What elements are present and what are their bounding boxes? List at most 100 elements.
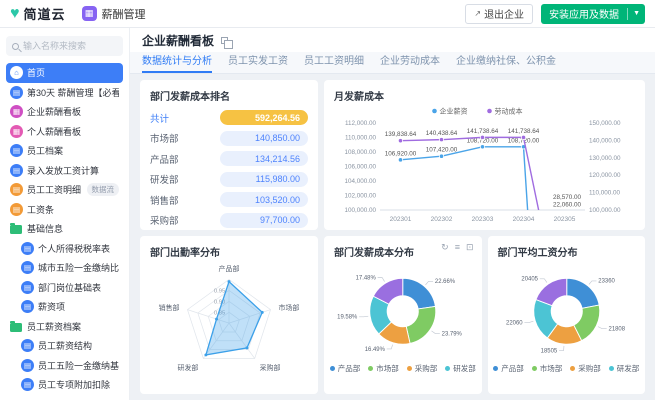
app-chip[interactable]: ▦ 薪酬管理 — [82, 6, 146, 22]
tab-员工实发工资[interactable]: 员工实发工资 — [228, 52, 288, 73]
legend-dot — [368, 366, 373, 371]
legend-item[interactable]: 采购部 — [570, 363, 601, 374]
folder-icon — [10, 225, 22, 234]
tab-企业劳动成本[interactable]: 企业劳动成本 — [380, 52, 440, 73]
sidebar-item-label: 员工工资明细 — [27, 183, 83, 196]
radar-chart: 产品部市场部采购部研发部销售部0.950.900.85 — [150, 259, 308, 380]
pie-legend: 产品部市场部采购部研发部 — [498, 363, 636, 374]
data-point — [480, 135, 484, 139]
sidebar-search[interactable] — [6, 36, 123, 56]
svg-text:112,000.00: 112,000.00 — [345, 120, 377, 127]
dashboard-tabs: 数据统计与分析员工实发工资员工工资明细企业劳动成本企业缴纳社保、公积金 — [130, 52, 655, 74]
donut-chart: 22.66%23.79%16.49%19.58%17.48% — [334, 259, 472, 362]
sidebar-item[interactable]: ▦个人薪酬看板 — [6, 122, 123, 142]
doc-icon: ▤ — [21, 281, 34, 294]
sidebar-item[interactable]: ▤工资条 — [6, 200, 123, 220]
sidebar-item-label: 首页 — [27, 66, 119, 79]
sidebar-item-label: 个人所得税税率表 — [38, 242, 119, 255]
data-point — [439, 154, 443, 158]
legend-item[interactable]: 产品部 — [493, 363, 524, 374]
data-point — [215, 318, 218, 321]
panel-title: 部门平均工资分布 — [498, 244, 636, 259]
exit-icon: ↗ — [474, 9, 481, 18]
sidebar-item-label: 薪资项 — [38, 300, 119, 313]
legend-dot — [445, 366, 450, 371]
pie-slice-产品部 — [403, 278, 436, 309]
svg-text:202301: 202301 — [390, 216, 412, 223]
legend-item[interactable]: 市场部 — [532, 363, 563, 374]
sidebar-item[interactable]: ▤ 个人所得税税率表 — [6, 239, 123, 259]
radar-axis-label: 产品部 — [219, 264, 240, 273]
exit-enterprise-button[interactable]: ↗ 退出企业 — [465, 4, 533, 24]
sidebar-item-label: 员工薪资结构 — [38, 339, 119, 352]
table-row: 研发部115,980.00 — [150, 171, 308, 188]
dashboard-content: 部门发薪成本排名 共计592,264.56市场部140,850.00产品部134… — [130, 74, 655, 400]
svg-text:107,420.00: 107,420.00 — [426, 147, 458, 154]
sidebar-item[interactable]: ▤员工工资明细数据流 — [6, 180, 123, 200]
pie-slice-销售部 — [535, 278, 566, 305]
sidebar-item[interactable]: 基础信息 — [6, 219, 123, 239]
svg-text:106,920.00: 106,920.00 — [385, 150, 417, 157]
sidebar-item[interactable]: ▤部门岗位基础表 — [6, 278, 123, 298]
doc-icon: ▤ — [10, 144, 23, 157]
search-input[interactable] — [23, 41, 115, 51]
sidebar-item[interactable]: ▤城市五险一金缴纳比例 — [6, 258, 123, 278]
app-icon: ▦ — [82, 6, 97, 21]
legend-item[interactable]: 市场部 — [368, 363, 399, 374]
sidebar-item[interactable]: ▦企业薪酬看板 — [6, 102, 123, 122]
legend-item[interactable]: 研发部 — [445, 363, 476, 374]
fullscreen-icon[interactable]: ⊡ — [466, 243, 474, 252]
tab-员工工资明细[interactable]: 员工工资明细 — [304, 52, 364, 73]
legend-item[interactable]: 研发部 — [609, 363, 640, 374]
sidebar-item[interactable]: ▤员工档案 — [6, 141, 123, 161]
svg-text:110,000.00: 110,000.00 — [589, 190, 621, 197]
svg-text:130,000.00: 130,000.00 — [589, 155, 621, 162]
svg-text:104,000.00: 104,000.00 — [344, 178, 376, 185]
sidebar: ⌂首页▤第30天 薪酬管理【必看说明】▦企业薪酬看板▦个人薪酬看板▤员工档案▤录… — [0, 28, 130, 400]
radar-axis-label: 销售部 — [159, 303, 180, 312]
sidebar-item[interactable]: 员工薪资档案 — [6, 317, 123, 337]
sidebar-item[interactable]: ▤录入发放工资计算 — [6, 161, 123, 181]
slice-label: 18505 — [540, 348, 557, 354]
sidebar-item[interactable]: ▤ 员工薪资结构 — [6, 336, 123, 356]
list-icon[interactable]: ≡ — [455, 243, 460, 252]
legend-dot — [487, 109, 492, 114]
sidebar-item[interactable]: ▤员工专项附加扣除 — [6, 375, 123, 395]
doc-icon: ▤ — [21, 242, 34, 255]
sidebar-item[interactable]: ▤薪资项 — [6, 297, 123, 317]
svg-text:141,738.64: 141,738.64 — [508, 128, 540, 135]
legend-label: 市场部 — [376, 363, 399, 374]
svg-text:0.95: 0.95 — [214, 289, 225, 295]
data-point — [228, 280, 231, 283]
legend-item[interactable]: 产品部 — [330, 363, 361, 374]
share-icon[interactable] — [221, 37, 228, 44]
dashboard-icon: ▦ — [10, 125, 23, 138]
data-point — [521, 135, 525, 139]
sidebar-item[interactable]: ▤员工五险一金缴纳基数 — [6, 356, 123, 376]
install-app-label: 安装应用及数据 — [541, 6, 627, 21]
doc-icon: ▤ — [21, 339, 34, 352]
sidebar-item[interactable]: ▤第30天 薪酬管理【必看说明】 — [6, 83, 123, 103]
install-app-button[interactable]: 安装应用及数据 ▼ — [541, 4, 645, 24]
svg-text:140,000.00: 140,000.00 — [589, 137, 621, 144]
svg-text:108,000.00: 108,000.00 — [344, 149, 376, 156]
svg-text:150,000.00: 150,000.00 — [589, 120, 621, 127]
refresh-icon[interactable]: ↻ — [441, 243, 449, 252]
row-label: 销售部 — [150, 193, 179, 207]
svg-text:202303: 202303 — [472, 216, 494, 223]
sidebar-item[interactable]: ⌂首页 — [6, 63, 123, 83]
sidebar-item-label: 工资条 — [27, 203, 119, 216]
radar-axis-label: 采购部 — [260, 363, 281, 372]
legend-label: 市场部 — [540, 363, 563, 374]
chevron-down-icon[interactable]: ▼ — [628, 10, 645, 17]
tab-企业缴纳社保、公积金[interactable]: 企业缴纳社保、公积金 — [456, 52, 556, 73]
data-point — [398, 158, 402, 162]
panel-title: 月发薪成本 — [334, 88, 635, 103]
tab-数据统计与分析[interactable]: 数据统计与分析 — [142, 52, 212, 73]
legend-item[interactable]: 采购部 — [407, 363, 438, 374]
sidebar-item-label: 录入发放工资计算 — [27, 164, 119, 177]
slice-label: 23.79% — [442, 331, 463, 337]
app-name: 薪酬管理 — [102, 6, 146, 22]
data-point — [439, 137, 443, 141]
sidebar-nav: ⌂首页▤第30天 薪酬管理【必看说明】▦企业薪酬看板▦个人薪酬看板▤员工档案▤录… — [6, 63, 123, 395]
